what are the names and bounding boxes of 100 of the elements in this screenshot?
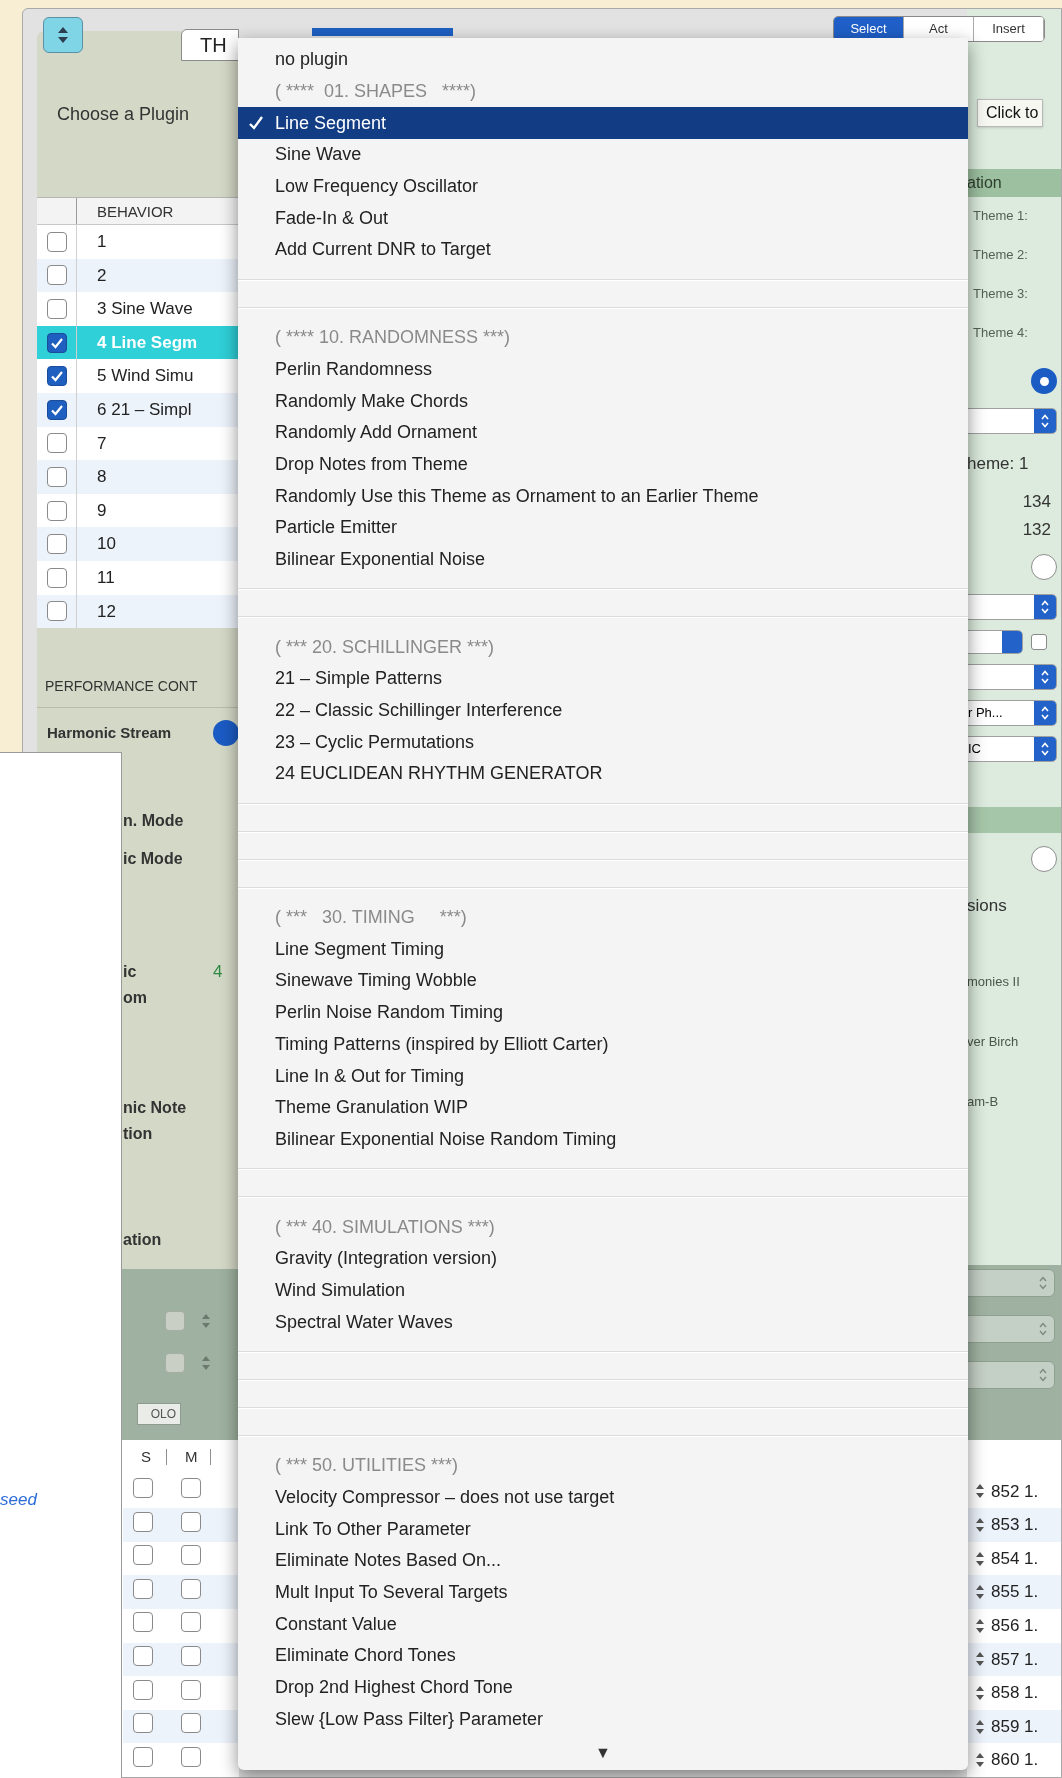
- menu-item[interactable]: Bilinear Exponential Noise Random Timing: [238, 1123, 968, 1156]
- menu-item[interactable]: 21 – Simple Patterns: [238, 663, 968, 695]
- menu-item[interactable]: Eliminate Chord Tones: [238, 1640, 968, 1672]
- checkbox[interactable]: [181, 1545, 201, 1566]
- menu-item[interactable]: Perlin Noise Random Timing: [238, 996, 968, 1029]
- menu-item[interactable]: Slew {Low Pass Filter} Parameter: [238, 1703, 968, 1736]
- behavior-row[interactable]: 12: [37, 594, 239, 629]
- column-header[interactable]: S: [123, 1449, 167, 1466]
- checkbox[interactable]: [181, 1578, 201, 1599]
- checkbox[interactable]: [46, 466, 67, 487]
- menu-item[interactable]: Line In & Out for Timing: [238, 1060, 968, 1092]
- seed-link[interactable]: seed: [0, 1487, 121, 1513]
- field-label: om: [123, 988, 148, 1009]
- menu-item[interactable]: Add Current DNR to Target: [238, 234, 968, 266]
- radio-button[interactable]: [1031, 846, 1057, 872]
- menu-item[interactable]: Fade-In & Out: [238, 202, 968, 235]
- dropdown[interactable]: [967, 594, 1057, 620]
- behavior-row[interactable]: 2: [37, 258, 239, 293]
- checkbox[interactable]: [133, 1746, 153, 1767]
- menu-item[interactable]: Sine Wave: [238, 139, 968, 171]
- menu-item[interactable]: 23 – Cyclic Permutations: [238, 726, 968, 759]
- dropdown[interactable]: IC: [967, 736, 1057, 762]
- checkbox[interactable]: [181, 1645, 201, 1666]
- checkbox[interactable]: [46, 298, 67, 319]
- menu-item[interactable]: Low Frequency Oscillator: [238, 170, 968, 203]
- dropdown[interactable]: r Ph...: [967, 700, 1057, 726]
- checkbox[interactable]: [181, 1477, 201, 1498]
- stepper-icon[interactable]: [43, 17, 83, 53]
- menu-item[interactable]: Line Segment Timing: [238, 933, 968, 966]
- menu-item[interactable]: 24 EUCLIDEAN RHYTHM GENERATOR: [238, 758, 968, 790]
- menu-item[interactable]: Constant Value: [238, 1608, 968, 1641]
- dropdown[interactable]: [967, 630, 1023, 654]
- solo-button[interactable]: OLO: [137, 1402, 181, 1425]
- checkbox[interactable]: [133, 1679, 153, 1700]
- menu-item[interactable]: Timing Patterns (inspired by Elliott Carter): [238, 1028, 968, 1061]
- column-header[interactable]: M: [167, 1449, 211, 1466]
- menu-item[interactable]: Sinewave Timing Wobble: [238, 965, 968, 997]
- menu-item[interactable]: Spectral Water Waves: [238, 1306, 968, 1338]
- checkbox[interactable]: [133, 1612, 153, 1633]
- checkbox[interactable]: [133, 1511, 153, 1532]
- dropdown[interactable]: [967, 664, 1057, 690]
- behavior-row[interactable]: 6 21 – Simpl: [37, 392, 239, 427]
- checkbox[interactable]: [1031, 634, 1047, 650]
- menu-section-header: ( *** 50. UTILITIES ***): [275, 1454, 459, 1478]
- menu-item[interactable]: Link To Other Parameter: [238, 1513, 968, 1546]
- menu-item[interactable]: 22 – Classic Schillinger Interference: [238, 694, 968, 727]
- checkbox[interactable]: [46, 265, 67, 286]
- checkbox[interactable]: [46, 332, 67, 353]
- checkbox[interactable]: [181, 1612, 201, 1633]
- menu-item[interactable]: Randomly Add Ornament: [238, 416, 968, 449]
- plugin-label: Choose a Plugin: [57, 103, 191, 126]
- table-cell-text: 856 1.: [991, 1615, 1039, 1638]
- checkbox[interactable]: [165, 1352, 185, 1373]
- checkbox[interactable]: [133, 1713, 153, 1734]
- radio-button[interactable]: [1031, 368, 1057, 394]
- table-cell-text: 852 1.: [991, 1480, 1039, 1503]
- checkbox[interactable]: [181, 1746, 201, 1767]
- menu-item[interactable]: Particle Emitter: [238, 511, 968, 544]
- checkbox[interactable]: [181, 1679, 201, 1700]
- checkbox[interactable]: [46, 399, 67, 420]
- checkbox[interactable]: [133, 1545, 153, 1566]
- menu-item[interactable]: Drop Notes from Theme: [238, 448, 968, 481]
- checkbox[interactable]: [46, 433, 67, 454]
- menu-item[interactable]: Mult Input To Several Targets: [238, 1576, 968, 1609]
- checkbox[interactable]: [181, 1511, 201, 1532]
- menu-item[interactable]: Velocity Compressor – does not use target: [238, 1481, 968, 1514]
- checkbox[interactable]: [46, 366, 67, 387]
- checkbox[interactable]: [46, 601, 67, 622]
- chevron-icon: [1038, 1274, 1048, 1291]
- checkbox[interactable]: [133, 1477, 153, 1498]
- checkbox[interactable]: [46, 500, 67, 521]
- dropdown[interactable]: [967, 408, 1057, 434]
- toggle-icon[interactable]: [213, 720, 239, 747]
- checkbox[interactable]: [133, 1578, 153, 1599]
- menu-item[interactable]: Drop 2nd Highest Chord Tone: [238, 1671, 968, 1704]
- menu-item[interactable]: Eliminate Notes Based On...: [238, 1545, 968, 1577]
- checkbox[interactable]: [165, 1310, 185, 1331]
- checkbox[interactable]: [133, 1645, 153, 1666]
- menu-section-header: ( *** 40. SIMULATIONS ***): [275, 1215, 495, 1239]
- menu-item[interactable]: Bilinear Exponential Noise: [238, 543, 968, 576]
- menu-section-header: ( *** 30. TIMING ***): [275, 906, 467, 930]
- checkbox[interactable]: [46, 231, 67, 252]
- checkbox[interactable]: [46, 534, 67, 555]
- menu-item[interactable]: no plugin: [238, 44, 968, 76]
- behavior-row[interactable]: 8: [37, 460, 239, 494]
- menu-item[interactable]: Gravity (Integration version): [238, 1242, 968, 1275]
- radio-button[interactable]: [1031, 554, 1057, 580]
- menu-item[interactable]: Perlin Randomness: [238, 353, 968, 386]
- behavior-row[interactable]: 10: [37, 527, 239, 561]
- checkbox[interactable]: [181, 1713, 201, 1734]
- segment-button[interactable]: Select: [834, 17, 904, 41]
- menu-item[interactable]: Randomly Make Chords: [238, 385, 968, 417]
- menu-item[interactable]: Line Segment: [238, 107, 968, 140]
- menu-item[interactable]: Randomly Use this Theme as Ornament to an Earlier Theme: [238, 480, 968, 512]
- menu-item[interactable]: Theme Granulation WIP: [238, 1091, 968, 1124]
- value: 132: [1022, 519, 1051, 541]
- menu-item[interactable]: Wind Simulation: [238, 1274, 968, 1307]
- checkbox[interactable]: [46, 567, 67, 588]
- tab[interactable]: TH: [181, 29, 239, 61]
- scroll-arrow[interactable]: ▼: [595, 1740, 611, 1765]
